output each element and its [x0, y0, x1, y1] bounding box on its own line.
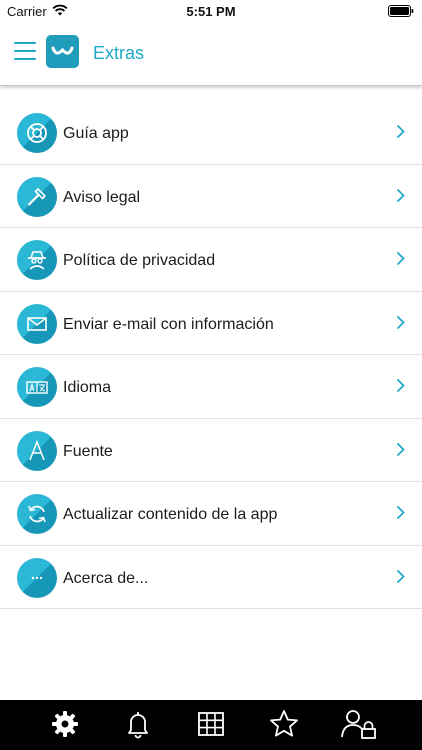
- list-item-label: Idioma: [63, 379, 112, 396]
- bell-icon[interactable]: [122, 708, 154, 740]
- list-item-label: Guía app: [63, 125, 129, 142]
- spy-icon: [17, 240, 57, 280]
- chevron-right-icon: [396, 569, 405, 583]
- chevron-right-icon: [396, 378, 405, 393]
- battery-icon: [388, 5, 414, 17]
- clock: 5:51 PM: [186, 4, 236, 19]
- gavel-icon: [17, 176, 57, 217]
- chevron-right-icon: [396, 188, 405, 202]
- chevron-right-icon: [396, 124, 405, 139]
- envelope-icon: [17, 303, 57, 344]
- list-item-guia-app[interactable]: Guía app: [0, 101, 422, 165]
- list-item-label: Enviar e-mail con información: [63, 315, 274, 333]
- chevron-right-icon: [396, 315, 405, 329]
- translate-icon: [17, 367, 57, 407]
- page-title: Extras: [93, 43, 145, 63]
- star-icon[interactable]: [268, 708, 300, 740]
- list-item-label: Actualizar contenido de la app: [63, 506, 278, 523]
- extras-list: Guía app Aviso legal Política de privaci…: [0, 101, 422, 609]
- app-logo: [46, 35, 79, 68]
- chevron-right-icon: [396, 251, 405, 266]
- app-header: Extras: [0, 22, 422, 86]
- list-item-acerca-de[interactable]: Acerca de...: [0, 546, 422, 609]
- chevron-right-icon: [396, 505, 405, 520]
- list-item-aviso-legal[interactable]: Aviso legal: [0, 165, 422, 228]
- hamburger-icon[interactable]: [14, 42, 36, 62]
- list-item-label: Acerca de...: [63, 569, 149, 587]
- list-item-fuente[interactable]: Fuente: [0, 419, 422, 482]
- list-item-label: Política de privacidad: [63, 252, 216, 269]
- list-item-label: Fuente: [63, 442, 113, 460]
- list-item-politica-privacidad[interactable]: Política de privacidad: [0, 228, 422, 292]
- tab-bar: [0, 700, 422, 750]
- list-item-enviar-email[interactable]: Enviar e-mail con información: [0, 292, 422, 355]
- list-item-idioma[interactable]: Idioma: [0, 355, 422, 419]
- grid-icon[interactable]: [195, 708, 227, 740]
- refresh-icon: [17, 494, 57, 534]
- list-item-actualizar[interactable]: Actualizar contenido de la app: [0, 482, 422, 546]
- gear-icon[interactable]: [49, 708, 81, 740]
- list-item-label: Aviso legal: [63, 188, 141, 206]
- ellipsis-icon: [17, 557, 57, 598]
- user-lock-icon[interactable]: [340, 708, 378, 740]
- chevron-right-icon: [396, 442, 405, 456]
- font-icon: [17, 430, 57, 471]
- lifebuoy-icon: [17, 113, 57, 153]
- status-bar: Carrier 5:51 PM: [0, 0, 422, 22]
